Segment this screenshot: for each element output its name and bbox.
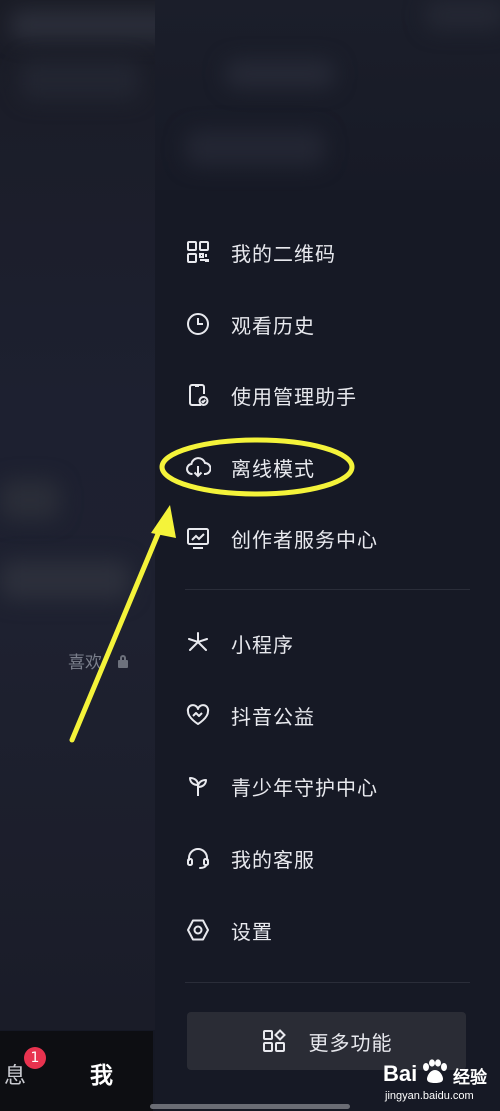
menu-item-watch-history[interactable]: 观看历史	[185, 302, 485, 346]
hexagon-settings-icon	[185, 917, 211, 943]
menu-item-youth-protection[interactable]: 青少年守护中心	[185, 764, 485, 808]
menu-item-qr-code[interactable]: 我的二维码	[185, 230, 485, 274]
blurred-card-blob-2	[0, 560, 130, 600]
qr-code-icon	[185, 239, 211, 265]
menu-item-usage-assistant[interactable]: 使用管理助手	[185, 373, 485, 417]
home-indicator[interactable]	[150, 1104, 350, 1109]
blurred-drawer-text-2	[185, 130, 325, 166]
sprout-icon	[185, 773, 211, 799]
blurred-avatar-blob	[20, 60, 140, 100]
heart-hands-icon	[185, 702, 211, 728]
watermark-brand: Bai	[383, 1061, 418, 1086]
lock-icon	[118, 655, 128, 669]
monitor-chart-icon	[185, 525, 211, 551]
nav-tab-me[interactable]: 我	[90, 1056, 113, 1090]
menu-item-charity[interactable]: 抖音公益	[185, 693, 485, 737]
phone-check-icon	[185, 382, 211, 408]
more-features-label: 更多功能	[308, 1030, 393, 1055]
clock-icon	[185, 311, 211, 337]
menu-label-settings: 设置	[231, 919, 273, 944]
menu-label-qr-code: 我的二维码	[231, 241, 336, 266]
menu-label-watch-history: 观看历史	[231, 313, 315, 338]
menu-label-usage-assistant: 使用管理助手	[231, 384, 357, 409]
menu-item-mini-programs[interactable]: 小程序	[185, 621, 485, 665]
grid-apps-icon	[261, 1028, 287, 1054]
menu-label-creator-center: 创作者服务中心	[231, 527, 378, 552]
blurred-drawer-text	[225, 60, 335, 88]
headset-icon	[185, 845, 211, 871]
baidu-paw-logo	[423, 1059, 447, 1083]
menu-divider	[185, 589, 470, 590]
menu-item-settings[interactable]: 设置	[185, 908, 485, 952]
menu-label-mini-programs: 小程序	[231, 632, 294, 657]
menu-label-customer-service: 我的客服	[231, 847, 315, 872]
mini-program-icon	[185, 630, 211, 656]
watermark-url: jingyan.baidu.com	[385, 1090, 474, 1102]
menu-item-offline-mode[interactable]: 离线模式	[185, 445, 485, 489]
message-count-badge: 1	[24, 1047, 46, 1069]
cloud-download-icon	[185, 454, 211, 480]
menu-label-offline-mode: 离线模式	[231, 456, 315, 481]
menu-item-customer-service[interactable]: 我的客服	[185, 836, 485, 880]
menu-divider-bottom	[185, 982, 470, 983]
watermark-word: 经验	[453, 1068, 487, 1088]
blurred-drawer-text-3	[425, 0, 500, 30]
menu-item-creator-center[interactable]: 创作者服务中心	[185, 516, 485, 560]
baidu-watermark: Bai 经验 jingyan.baidu.com	[383, 1057, 498, 1107]
menu-label-youth-protection: 青少年守护中心	[231, 775, 378, 800]
blurred-card-blob	[0, 480, 60, 520]
likes-tab-label: 喜欢	[68, 653, 102, 673]
nav-tab-messages[interactable]: 息	[4, 1058, 26, 1090]
menu-label-charity: 抖音公益	[231, 704, 315, 729]
